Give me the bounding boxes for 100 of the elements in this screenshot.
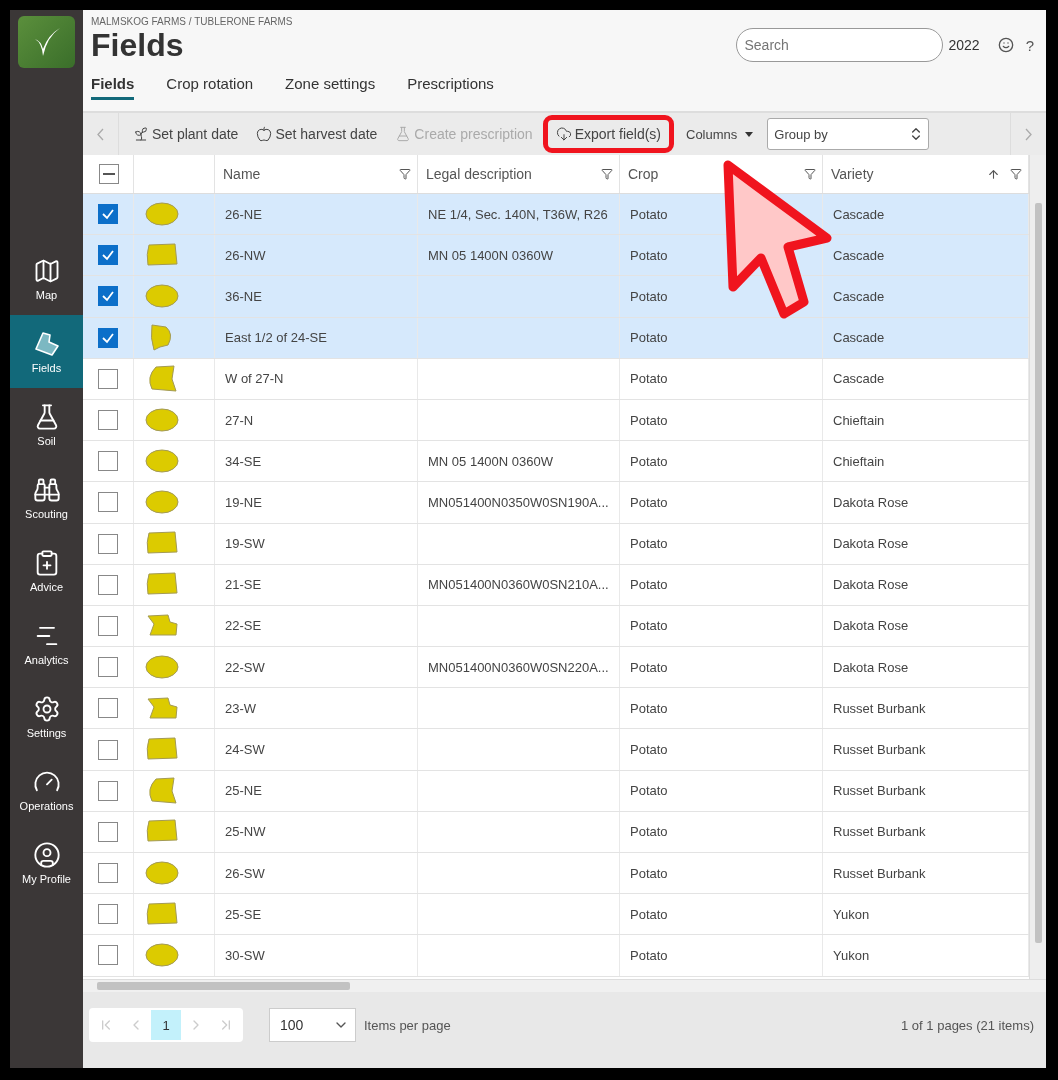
checkmark-icon (101, 207, 115, 222)
row-checkbox[interactable] (98, 615, 118, 636)
row-checkbox[interactable] (98, 698, 118, 719)
table-cell: W of 27-N (225, 371, 284, 387)
table-cell: 26-SW (225, 865, 265, 881)
row-checkbox[interactable] (98, 327, 118, 348)
table-cell: Dakota Rose (833, 659, 909, 675)
row-checkbox[interactable] (98, 410, 118, 431)
smiley-icon[interactable] (997, 37, 1014, 53)
table-cell: MN051400N0360W0SN220A... (428, 659, 609, 675)
select-value: Group by (774, 126, 828, 142)
columns-button[interactable]: Columns (680, 125, 760, 143)
year-selector[interactable]: 2022 (948, 37, 980, 53)
row-checkbox[interactable] (98, 821, 118, 842)
sidebar-item[interactable]: Settings (10, 680, 83, 753)
tab[interactable]: Fields (91, 75, 135, 100)
table-cell: Potato (630, 206, 668, 222)
tab[interactable]: Crop rotation (166, 75, 254, 100)
table-cell: Dakota Rose (833, 577, 909, 593)
table-cell: Potato (630, 783, 668, 799)
breadcrumb: MALMSKOG FARMS / TUBLERONE FARMS (91, 16, 294, 27)
table-cell: MN 05 1400N 0360W (428, 247, 553, 263)
sidebar-item[interactable]: Soil (10, 388, 83, 461)
table-cell: Potato (630, 494, 668, 510)
column-header[interactable]: Name (223, 166, 261, 182)
help-button[interactable]: ? (1025, 36, 1034, 54)
row-checkbox[interactable] (98, 945, 118, 966)
filter-icon[interactable] (1010, 168, 1022, 180)
toolbar-button[interactable]: Set plant date (125, 119, 247, 149)
field-shape-icon (144, 406, 180, 434)
search-field[interactable]: Search (735, 28, 943, 62)
select-all-checkbox[interactable] (99, 164, 119, 184)
row-checkbox[interactable] (98, 533, 118, 554)
table-cell: Cascade (833, 206, 885, 222)
table-cell: Russet Burbank (833, 824, 926, 840)
field-shape-icon (144, 200, 180, 228)
horizontal-scrollbar[interactable] (83, 979, 1046, 992)
sidebar-item[interactable]: Operations (10, 753, 83, 826)
sidebar-label: Soil (37, 434, 56, 447)
table-cell: Potato (630, 288, 668, 304)
tab[interactable]: Zone settings (285, 75, 376, 100)
row-checkbox[interactable] (98, 657, 118, 678)
table-cell: Potato (630, 412, 668, 428)
filter-icon[interactable] (601, 168, 613, 180)
row-checkbox[interactable] (98, 451, 118, 472)
row-checkbox[interactable] (98, 739, 118, 760)
table-cell: Potato (630, 742, 668, 758)
vertical-scrollbar[interactable] (1029, 155, 1046, 979)
page-button[interactable]: 1 (151, 1010, 181, 1040)
column-header[interactable]: Variety (831, 166, 874, 182)
row-checkbox[interactable] (98, 574, 118, 595)
table-cell: Potato (630, 536, 668, 552)
field-shape-icon (144, 941, 180, 969)
row-checkbox[interactable] (98, 780, 118, 801)
group-by-select[interactable]: Group by (767, 118, 930, 150)
sidebar-item[interactable]: Advice (10, 534, 83, 607)
table-cell: Russet Burbank (833, 783, 926, 799)
sidebar-item[interactable]: Fields (10, 315, 83, 388)
table-cell: 19-NE (225, 494, 262, 510)
table-cell: 27-N (225, 412, 254, 428)
table-cell: Cascade (833, 330, 885, 346)
row-checkbox[interactable] (98, 286, 118, 307)
sidebar-label: Fields (31, 361, 62, 374)
table-cell: 34-SE (225, 453, 262, 469)
table-cell: 26-NW (225, 247, 266, 263)
page-title: Fields (91, 26, 185, 64)
row-checkbox[interactable] (98, 368, 118, 389)
table-cell: 25-NW (225, 824, 266, 840)
field-shape-icon (144, 447, 180, 475)
row-checkbox[interactable] (98, 245, 118, 266)
table-cell: Cascade (833, 247, 885, 263)
row-checkbox[interactable] (98, 904, 118, 925)
column-header[interactable]: Crop (628, 166, 659, 182)
table-cell: East 1/2 of 24-SE (225, 330, 327, 346)
table-cell: Dakota Rose (833, 494, 909, 510)
sidebar-item[interactable]: Scouting (10, 461, 83, 534)
column-header[interactable]: Legal description (426, 166, 532, 182)
filter-icon[interactable] (804, 168, 816, 180)
table-cell: Dakota Rose (833, 536, 909, 552)
select-value: 100 (280, 1017, 304, 1033)
sidebar-label: Analytics (24, 653, 69, 666)
table-cell: MN 05 1400N 0360W (428, 453, 553, 469)
row-checkbox[interactable] (98, 863, 118, 884)
tab[interactable]: Prescriptions (407, 75, 494, 100)
sidebar-item[interactable]: Analytics (10, 607, 83, 680)
toolbar-button[interactable]: Set harvest date (248, 119, 386, 149)
sidebar-label: My Profile (22, 872, 71, 885)
table-cell: Potato (630, 700, 668, 716)
table-cell: Potato (630, 659, 668, 675)
filter-icon[interactable] (399, 168, 411, 180)
field-shape-icon (144, 488, 180, 516)
table-cell: Russet Burbank (833, 700, 926, 716)
row-checkbox[interactable] (98, 492, 118, 513)
row-checkbox[interactable] (98, 204, 118, 225)
table-cell: 24-SW (225, 742, 265, 758)
sidebar-item[interactable]: Map (10, 242, 83, 315)
page-size-select[interactable]: 100 (269, 1008, 356, 1042)
table-cell: Potato (630, 947, 668, 963)
sidebar-item[interactable]: My Profile (10, 826, 83, 899)
sort-up-icon[interactable] (987, 167, 1000, 181)
